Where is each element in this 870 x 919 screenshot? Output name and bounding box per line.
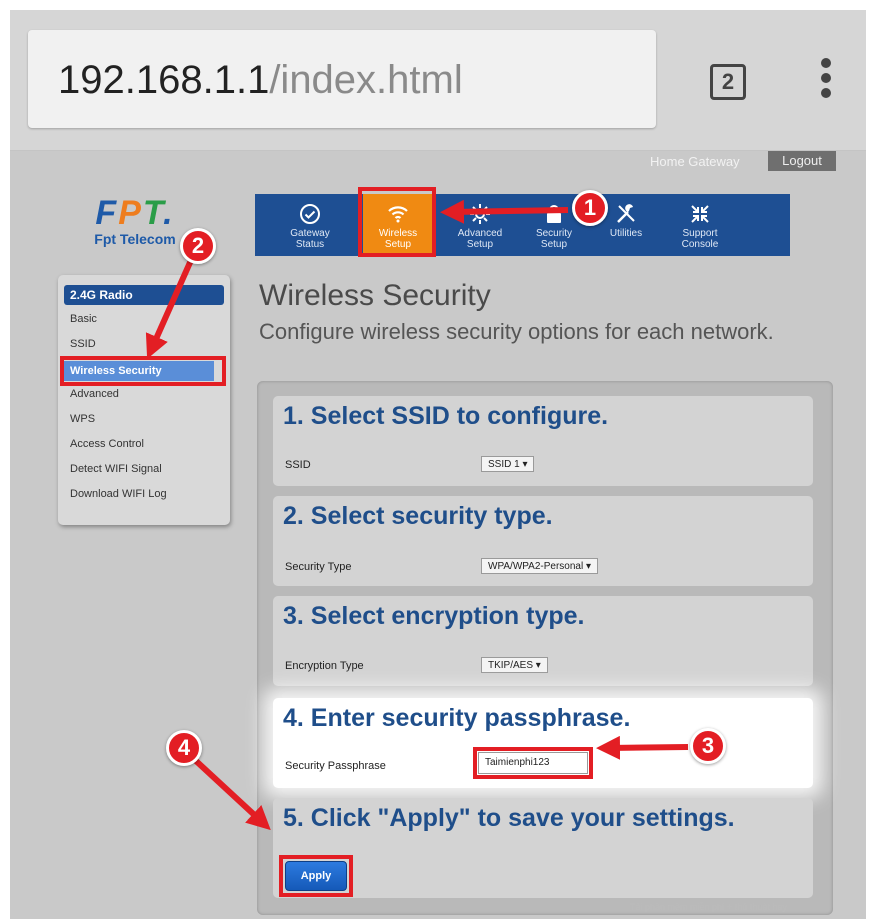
section-heading: 2. Select security type. [283,502,553,530]
ssid-label: SSID [285,459,311,471]
lock-icon [547,205,561,223]
tools-icon [617,204,635,223]
step-badge-2: 2 [180,228,216,264]
nav-label-line1: Security [535,228,573,239]
security-type-label: Security Type [285,561,352,573]
sidebar-item-advanced[interactable]: Advanced [70,388,119,400]
screenshot: 192.168.1.1/index.html 2 Home Gateway Lo… [10,10,866,919]
page-subtitle: Configure wireless security options for … [259,319,774,344]
main-nav: Gateway Status Wireless Setup Advanced Setu… [255,187,790,257]
logout-button[interactable]: Logout [768,151,836,171]
section-heading: 4. Enter security passphrase. [283,704,631,732]
nav-label-line2: Setup [466,239,494,250]
router-page: Home Gateway Logout FPT. Fpt Telecom Gat… [10,151,866,919]
nav-advanced-setup[interactable]: Advanced Setup [445,194,515,256]
home-gateway-label: Home Gateway [650,154,740,169]
nav-label-line1: Utilities [609,228,643,239]
passphrase-label: Security Passphrase [285,760,386,772]
watermark: Tải phần mềm miễn phí + thủ thuật hay [630,902,787,912]
sidebar-item-access-control[interactable]: Access Control [70,438,144,450]
sidebar: 2.4G Radio Basic SSID Wireless Security … [58,275,230,525]
sidebar-item-download-wifi-log[interactable]: Download WIFI Log [70,488,167,500]
nav-label-line2: Status [295,239,325,250]
nav-label-line1: Gateway [290,228,330,239]
url-host: 192.168.1.1 [58,58,270,102]
logo-mark: FPT. [95,194,175,232]
security-type-select[interactable]: WPA/WPA2-Personal ▾ [481,558,599,574]
sidebar-item-basic[interactable]: Basic [70,313,97,325]
settings-panel: 1. Select SSID to configure. SSID SSID 1… [257,381,833,915]
sidebar-item-detect-wifi-signal[interactable]: Detect WIFI Signal [70,463,162,475]
step-badge-3: 3 [690,728,726,764]
page-title: Wireless Security [259,279,491,312]
highlight-passphrase [473,747,593,779]
address-bar[interactable]: 192.168.1.1/index.html [28,30,656,128]
sidebar-item-wps[interactable]: WPS [70,413,95,425]
arrows-in-icon [691,205,709,223]
step-badge-1: 1 [572,190,608,226]
nav-label-line2: Setup [540,239,568,250]
nav-gateway-status[interactable]: Gateway Status [275,194,345,256]
section-apply: 5. Click "Apply" to save your settings. … [273,798,813,898]
encryption-type-label: Encryption Type [285,660,364,672]
nav-label-line1: Support [682,228,718,239]
url-text: 192.168.1.1/index.html [58,58,463,103]
sidebar-title: 2.4G Radio [64,285,224,305]
more-menu-icon[interactable] [820,58,832,106]
highlight-apply [279,855,353,897]
url-path: /index.html [269,58,463,102]
check-circle-icon [300,204,320,224]
section-heading: 5. Click "Apply" to save your settings. [283,804,735,832]
sidebar-item-ssid[interactable]: SSID [70,338,96,350]
section-encryption-type: 3. Select encryption type. Encryption Ty… [273,596,813,686]
section-heading: 1. Select SSID to configure. [283,402,609,430]
browser-toolbar: 192.168.1.1/index.html 2 [10,10,866,151]
section-heading: 3. Select encryption type. [283,602,585,630]
tab-count-button[interactable]: 2 [710,64,746,100]
highlight-wireless-setup [358,187,436,257]
nav-label-line2: Console [681,239,719,250]
nav-label-line1: Advanced [457,228,503,239]
highlight-wireless-security [60,356,226,386]
nav-support-console[interactable]: Support Console [665,194,735,256]
gear-icon [470,204,490,224]
section-passphrase: 4. Enter security passphrase. Security P… [273,698,813,788]
step-badge-4: 4 [166,730,202,766]
ssid-select[interactable]: SSID 1 ▾ [481,456,535,472]
encryption-type-select[interactable]: TKIP/AES ▾ [481,657,548,673]
section-ssid: 1. Select SSID to configure. SSID SSID 1… [273,396,813,486]
section-security-type: 2. Select security type. Security Type W… [273,496,813,586]
